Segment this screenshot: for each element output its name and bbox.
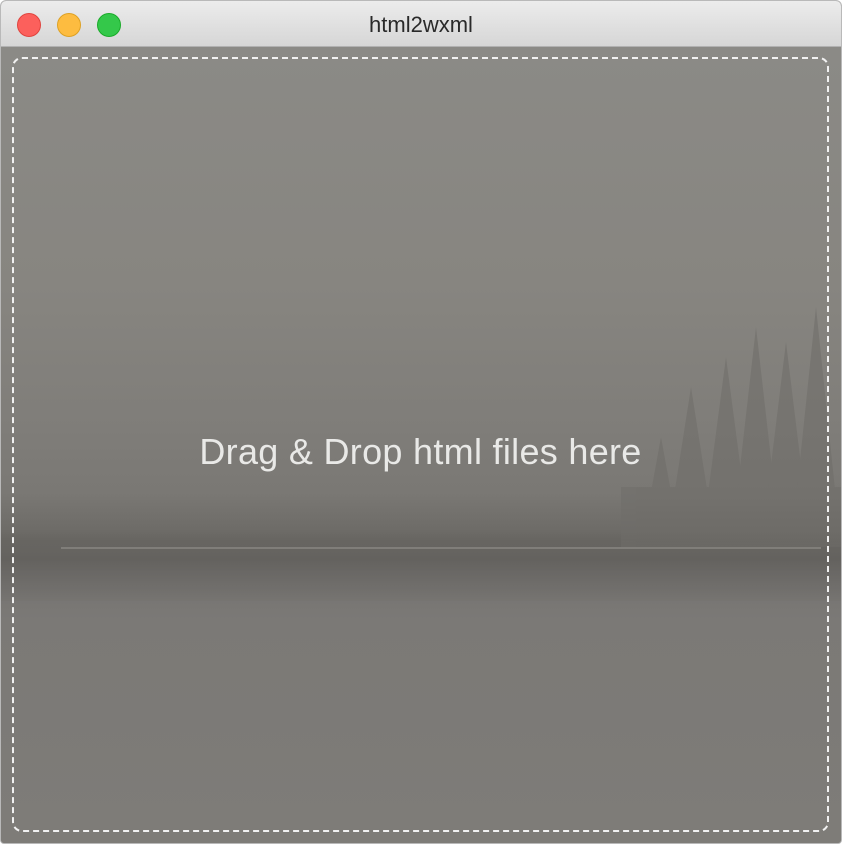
window-title: html2wxml bbox=[369, 12, 473, 37]
drop-instruction-text: Drag & Drop html files here bbox=[199, 431, 642, 472]
app-window: html2wxml Drag & Drop html files here bbox=[0, 0, 842, 844]
file-drop-zone[interactable]: Drag & Drop html files here bbox=[12, 57, 829, 832]
title-bar[interactable]: html2wxml bbox=[1, 1, 841, 47]
background-landscape: Drag & Drop html files here bbox=[1, 47, 841, 843]
